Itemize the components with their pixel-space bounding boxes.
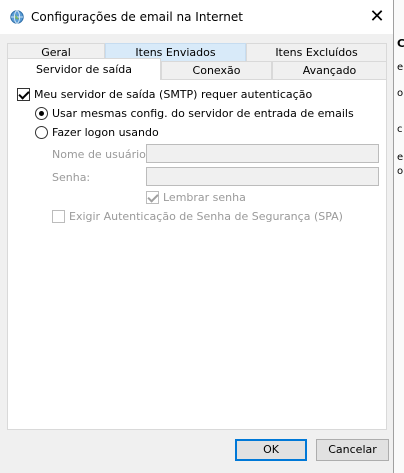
logon-using-radio[interactable] — [35, 126, 48, 139]
password-input[interactable] — [146, 167, 379, 186]
background-fragment: e — [397, 152, 404, 163]
background-fragment: c — [397, 124, 403, 135]
logon-using-label: Fazer logon usando — [52, 126, 159, 139]
password-label: Senha: — [52, 171, 91, 184]
tab-itens-excluidos[interactable]: Itens Excluídos — [246, 43, 387, 61]
spa-label: Exigir Autenticação de Senha de Seguranç… — [69, 210, 343, 223]
use-same-settings-label: Usar mesmas config. do servidor de entra… — [52, 107, 354, 120]
ok-button[interactable]: OK — [235, 439, 307, 461]
window-title: Configurações de email na Internet — [31, 10, 243, 24]
tab-avancado[interactable]: Avançado — [272, 61, 387, 79]
use-same-settings-radio-row[interactable]: Usar mesmas config. do servidor de entra… — [35, 107, 354, 120]
spa-row[interactable]: Exigir Autenticação de Senha de Seguranç… — [52, 210, 343, 223]
globe-icon — [10, 10, 24, 24]
background-fragment: o — [397, 88, 404, 99]
username-label: Nome de usuário: — [52, 148, 150, 161]
smtp-auth-checkbox-row[interactable]: Meu servidor de saída (SMTP) requer aute… — [17, 88, 312, 101]
username-input[interactable] — [146, 144, 379, 163]
logon-using-radio-row[interactable]: Fazer logon usando — [35, 126, 159, 139]
background-fragment: C — [397, 37, 404, 50]
background-fragment: e — [397, 62, 404, 73]
spa-checkbox[interactable] — [52, 210, 65, 223]
background-fragment: o — [397, 166, 404, 177]
close-button[interactable]: ✕ — [364, 4, 390, 30]
tab-conexao[interactable]: Conexão — [161, 61, 272, 79]
use-same-settings-radio[interactable] — [35, 107, 48, 120]
cancel-button[interactable]: Cancelar — [316, 439, 389, 461]
remember-password-checkbox[interactable] — [146, 191, 159, 204]
background-window-edge: C e o c e o — [393, 0, 404, 473]
email-settings-dialog: Configurações de email na Internet ✕ Ger… — [0, 0, 394, 473]
close-icon: ✕ — [369, 6, 385, 27]
remember-password-row[interactable]: Lembrar senha — [146, 191, 246, 204]
remember-password-label: Lembrar senha — [163, 191, 246, 204]
smtp-auth-label: Meu servidor de saída (SMTP) requer aute… — [34, 88, 313, 101]
title-bar: Configurações de email na Internet ✕ — [0, 0, 393, 34]
smtp-auth-checkbox[interactable] — [17, 88, 30, 101]
tab-servidor-de-saida[interactable]: Servidor de saída — [7, 58, 161, 80]
